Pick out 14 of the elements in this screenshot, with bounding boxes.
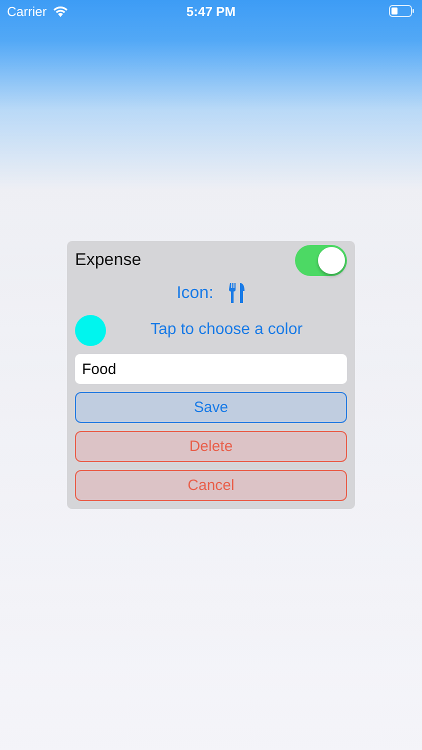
action-button[interactable]: Cancel [75, 470, 347, 501]
save-button[interactable]: Save [75, 392, 347, 423]
carrier-name: Carrier [7, 4, 47, 18]
action-button[interactable]: Delete [75, 431, 347, 462]
color-swatch[interactable] [75, 314, 106, 346]
choose-color-button[interactable]: Tap to choose a color [106, 321, 347, 339]
wifi-icon [52, 6, 68, 16]
icon-label: Icon: [176, 283, 214, 303]
dialog-title: Expense [75, 250, 142, 270]
status-time: 5:47 PM [186, 4, 236, 18]
battery-icon [388, 5, 415, 17]
toggle-switch[interactable] [295, 244, 347, 276]
name-field[interactable]: Food [75, 354, 347, 384]
fork-knife-icon[interactable] [229, 283, 246, 303]
